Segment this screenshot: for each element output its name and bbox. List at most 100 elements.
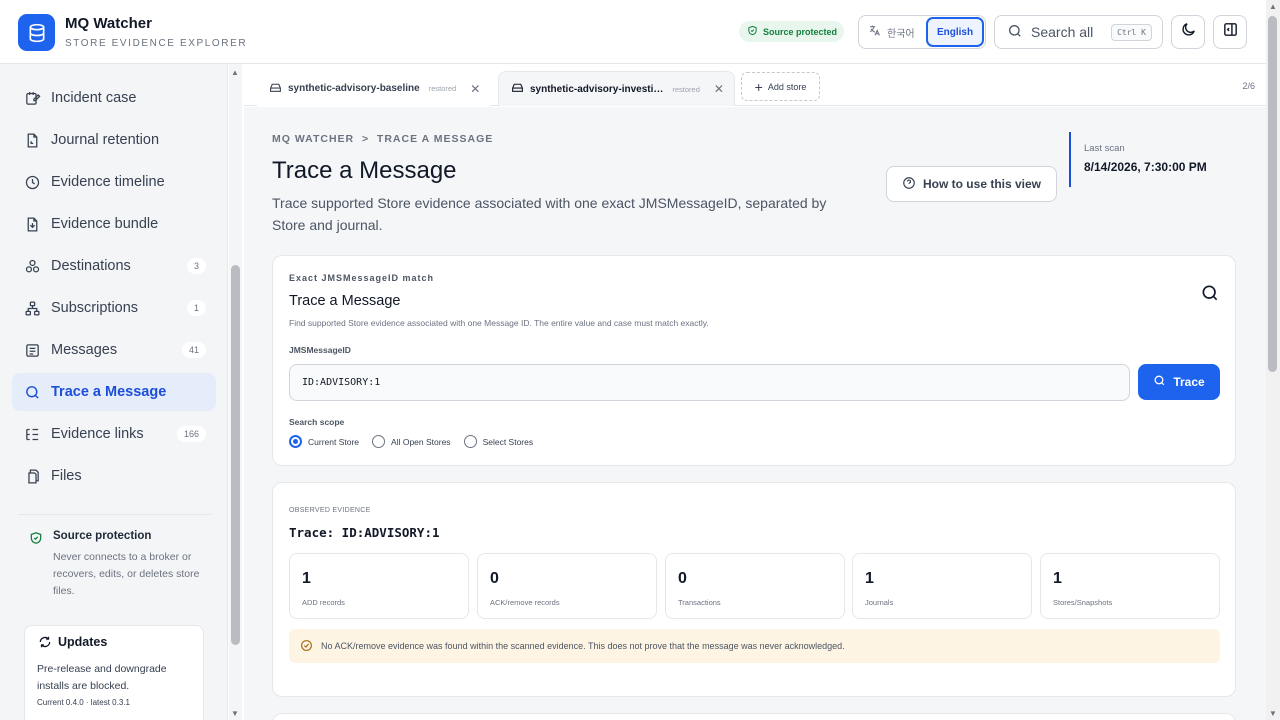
jms-message-id-input[interactable]	[289, 364, 1130, 401]
top-bar: MQ Watcher STORE EVIDENCE EXPLORER Sourc…	[0, 0, 1266, 64]
theme-toggle-button[interactable]	[1171, 15, 1205, 49]
page-scroll-thumb[interactable]	[1268, 16, 1277, 372]
sidebar-item-label: Evidence bundle	[51, 216, 159, 232]
search-icon	[23, 383, 41, 401]
stat-value: 1	[865, 570, 874, 587]
lang-korean-button[interactable]: 한국어	[859, 24, 927, 40]
sidebar-item-label: Messages	[51, 342, 118, 358]
observed-evidence-card: OBSERVED EVIDENCE Trace: ID:ADVISORY:1 1…	[272, 482, 1236, 697]
network-icon	[23, 299, 41, 317]
database-logo-icon	[18, 14, 55, 51]
sidebar-item-evidence-timeline[interactable]: Evidence timeline	[12, 163, 216, 201]
scope-select-stores[interactable]: Select Stores	[463, 435, 533, 448]
sidebar-item-evidence-bundle[interactable]: Evidence bundle	[12, 205, 216, 243]
last-scan-label: Last scan	[1084, 143, 1125, 154]
stat-value: 0	[678, 570, 687, 587]
global-search-button[interactable]: Search all Ctrl K	[994, 15, 1163, 49]
stat-ack-remove-records: 0 ACK/remove records	[477, 553, 657, 619]
theme-toggle-icon	[1180, 21, 1197, 43]
trace-button[interactable]: Trace	[1138, 364, 1220, 400]
updates-card: Updates Pre-release and downgrade instal…	[24, 625, 204, 720]
last-scan-value: 8/14/2026, 7:30:00 PM	[1084, 160, 1207, 174]
breadcrumb: MQ WATCHER > TRACE A MESSAGE	[272, 133, 494, 145]
shield-check-icon	[747, 25, 758, 38]
close-icon[interactable]: ✕	[714, 82, 724, 96]
radio-selected-icon	[289, 435, 302, 448]
trace-result-title: Trace: ID:ADVISORY:1	[289, 525, 440, 540]
next-card	[272, 713, 1236, 720]
stat-label: Transactions	[678, 598, 721, 607]
how-to-use-button[interactable]: How to use this view	[886, 166, 1057, 202]
destinations-icon	[23, 257, 41, 275]
add-store-button[interactable]: + Add store	[741, 72, 820, 101]
tab-synthetic-advisory-baseline[interactable]: synthetic-advisory-baseline restored ✕	[257, 71, 491, 106]
scope-current-store[interactable]: Current Store	[289, 435, 359, 448]
sidebar-item-journal-retention[interactable]: Journal retention	[12, 121, 216, 159]
sidebar-item-files[interactable]: Files	[12, 457, 216, 495]
scroll-down-icon[interactable]: ▼	[231, 709, 239, 718]
source-protected-badge: Source protected	[739, 21, 845, 42]
lang-english-button[interactable]: English	[926, 17, 984, 47]
sidebar-item-label: Evidence links	[51, 426, 144, 442]
scroll-up-icon[interactable]: ▲	[231, 68, 239, 77]
search-icon	[1153, 374, 1166, 390]
stat-label: ADD records	[302, 598, 345, 607]
app-title: MQ Watcher	[65, 15, 152, 32]
help-circle-icon	[902, 176, 916, 193]
tab-status: restored	[672, 84, 700, 94]
stat-journals: 1 Journals	[852, 553, 1032, 619]
last-scan: Last scan 8/14/2026, 7:30:00 PM	[1069, 132, 1207, 187]
sidebar-item-label: Journal retention	[51, 132, 160, 148]
sidebar: Incident case Journal retention Evidence…	[0, 64, 228, 720]
radio-icon	[463, 435, 477, 448]
sidebar-item-messages[interactable]: Messages 41	[12, 331, 216, 369]
lang-korean-label: 한국어	[887, 28, 915, 40]
page-title: Trace a Message	[272, 157, 457, 184]
translate-icon	[868, 24, 881, 40]
page-description: Trace supported Store evidence associate…	[272, 195, 827, 233]
sidebar-item-destinations[interactable]: Destinations 3	[12, 247, 216, 285]
sidebar-item-evidence-links[interactable]: Evidence links 166	[12, 415, 216, 453]
drive-icon	[269, 81, 282, 97]
sidebar-item-label: Evidence timeline	[51, 174, 165, 190]
sidebar-item-subscriptions[interactable]: Subscriptions 1	[12, 289, 216, 327]
files-icon	[23, 467, 41, 485]
card-description: Find supported Store evidence associated…	[289, 318, 709, 328]
sidebar-scroll-thumb[interactable]	[231, 265, 240, 645]
sidebar-item-trace-a-message[interactable]: Trace a Message	[12, 373, 216, 411]
card-title: Trace a Message	[289, 293, 401, 309]
sidebar-item-label: Subscriptions	[51, 300, 139, 316]
search-icon	[1200, 283, 1220, 308]
stat-add-records: 1 ADD records	[289, 553, 469, 619]
panel-toggle-button[interactable]	[1213, 15, 1247, 49]
source-protection-text: Never connects to a broker or recovers, …	[53, 551, 200, 597]
clock-icon	[23, 173, 41, 191]
tab-label: synthetic-advisory-investi…	[530, 83, 664, 95]
stat-stores-snapshots: 1 Stores/Snapshots	[1040, 553, 1220, 619]
notice-text: No ACK/remove evidence was found within …	[321, 641, 845, 651]
card-eyebrow: Exact JMSMessageID match	[289, 273, 435, 283]
count-badge: 166	[176, 426, 206, 442]
updates-version: Current 0.4.0 · latest 0.3.1	[37, 698, 130, 707]
stat-label: Stores/Snapshots	[1053, 598, 1113, 607]
sidebar-item-label: Destinations	[51, 258, 131, 274]
jms-message-id-label: JMSMessageID	[289, 345, 351, 355]
stat-value: 0	[490, 570, 499, 587]
sidebar-item-label: Incident case	[51, 90, 137, 106]
scroll-up-icon[interactable]: ▲	[1269, 2, 1277, 11]
case-edit-icon	[23, 89, 41, 107]
drive-icon	[511, 81, 524, 97]
file-retention-icon	[23, 131, 41, 149]
stat-transactions: 0 Transactions	[665, 553, 845, 619]
tab-label: synthetic-advisory-baseline	[288, 83, 420, 94]
scroll-down-icon[interactable]: ▼	[1269, 709, 1277, 718]
no-ack-notice: No ACK/remove evidence was found within …	[289, 629, 1220, 663]
tab-synthetic-advisory-investigation[interactable]: synthetic-advisory-investi… restored ✕	[498, 71, 735, 106]
sidebar-item-incident-case[interactable]: Incident case	[12, 79, 216, 117]
close-icon[interactable]: ✕	[470, 82, 480, 96]
list-tree-icon	[23, 425, 41, 443]
panel-left-icon	[1222, 21, 1239, 43]
tab-status: restored	[428, 84, 457, 93]
scope-all-open-stores[interactable]: All Open Stores	[372, 435, 451, 448]
trace-search-card: Exact JMSMessageID match Trace a Message…	[272, 255, 1236, 466]
